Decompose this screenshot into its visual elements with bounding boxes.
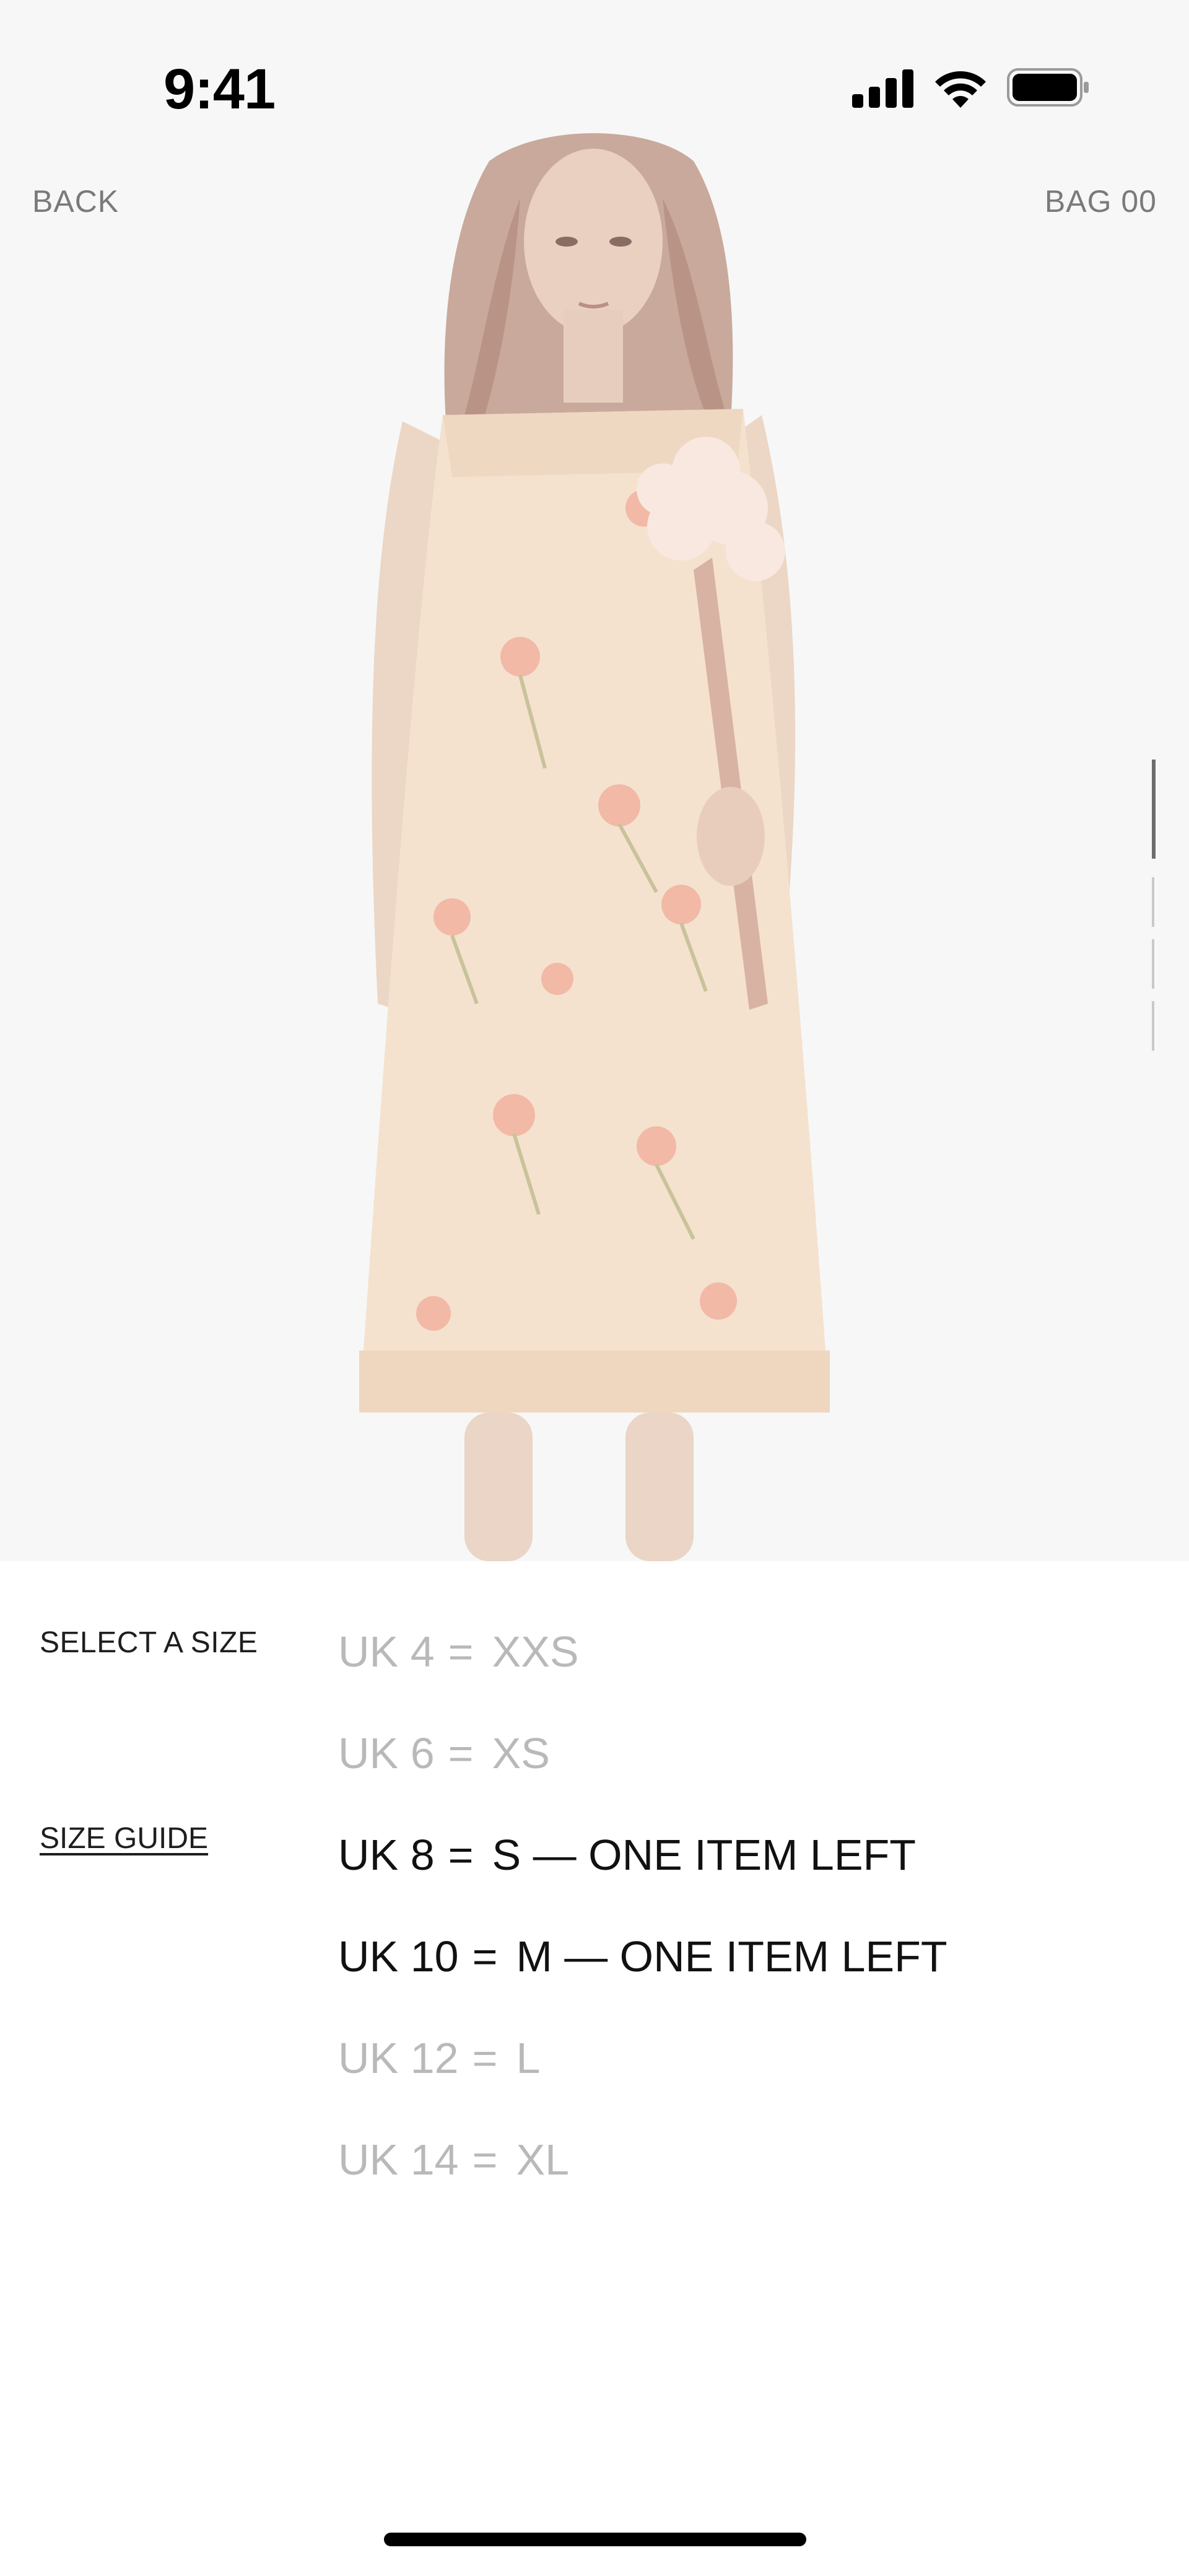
size-option-uk10[interactable]: UK 10 = M — ONE ITEM LEFT bbox=[338, 1925, 1143, 2027]
back-button[interactable]: BACK bbox=[32, 183, 119, 219]
pager-dot[interactable] bbox=[1152, 939, 1154, 989]
pager-dot[interactable] bbox=[1152, 1001, 1154, 1051]
size-letter: XL bbox=[516, 2136, 570, 2184]
size-option-uk12[interactable]: UK 12 = L bbox=[338, 2027, 1143, 2129]
wifi-icon bbox=[935, 71, 986, 108]
size-option-uk6[interactable]: UK 6 = XS bbox=[338, 1722, 1143, 1824]
bag-button[interactable]: BAG 00 bbox=[1045, 183, 1157, 219]
size-equals: = bbox=[448, 1831, 474, 1879]
size-equals: = bbox=[472, 2034, 498, 2082]
product-hero: 9:41 BACK BAG 00 bbox=[0, 0, 1189, 1561]
size-uk-label: UK 10 bbox=[338, 1932, 459, 1981]
stock-status: — ONE ITEM LEFT bbox=[564, 1932, 947, 1981]
size-uk-label: UK 12 bbox=[338, 2034, 459, 2082]
product-photo-icon[interactable] bbox=[334, 124, 855, 1561]
pager-dot-active[interactable] bbox=[1152, 760, 1156, 859]
cellular-signal-icon bbox=[852, 69, 913, 108]
size-equals: = bbox=[472, 2136, 498, 2184]
size-list: UK 4 = XXS UK 6 = XS UK 8 = S — ONE ITEM LEFT … bbox=[338, 1621, 1143, 2230]
size-letter: S bbox=[492, 1831, 521, 1879]
size-letter: XXS bbox=[492, 1628, 579, 1676]
size-uk-label: UK 4 bbox=[338, 1628, 435, 1676]
size-option-uk4[interactable]: UK 4 = XXS bbox=[338, 1621, 1143, 1722]
size-equals: = bbox=[472, 1932, 498, 1981]
home-indicator[interactable] bbox=[384, 2533, 806, 2546]
size-uk-label: UK 6 bbox=[338, 1729, 435, 1777]
size-uk-label: UK 14 bbox=[338, 2136, 459, 2184]
size-uk-label: UK 8 bbox=[338, 1831, 435, 1879]
size-guide-link[interactable]: SIZE GUIDE bbox=[40, 1821, 208, 1855]
size-equals: = bbox=[448, 1628, 474, 1676]
stock-status: — ONE ITEM LEFT bbox=[533, 1831, 917, 1879]
status-time: 9:41 bbox=[163, 58, 276, 121]
size-option-uk14[interactable]: UK 14 = XL bbox=[338, 2129, 1143, 2230]
size-letter: M bbox=[516, 1932, 552, 1981]
battery-full-icon bbox=[1007, 68, 1089, 107]
size-option-uk8[interactable]: UK 8 = S — ONE ITEM LEFT bbox=[338, 1824, 1143, 1925]
pager-dot[interactable] bbox=[1152, 877, 1154, 927]
select-size-label: SELECT A SIZE bbox=[40, 1626, 258, 1659]
size-letter: XS bbox=[492, 1729, 550, 1777]
size-equals: = bbox=[448, 1729, 474, 1777]
size-letter: L bbox=[516, 2034, 541, 2082]
